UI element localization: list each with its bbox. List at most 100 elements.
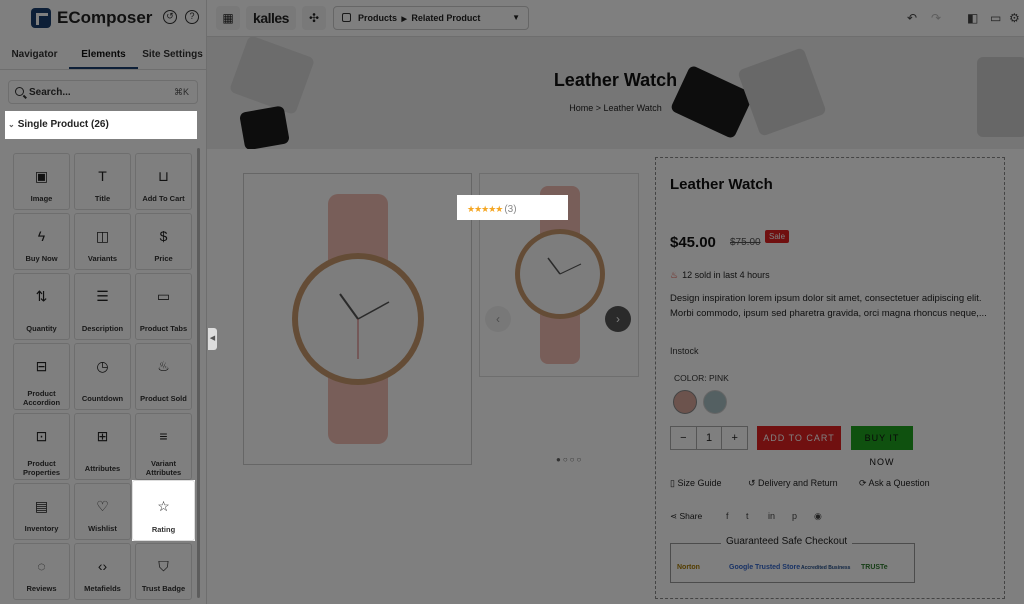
product-rating[interactable]: ★★★★★ (3): [457, 195, 568, 220]
attributes-icon: ⊞: [96, 428, 109, 444]
heart-icon: ♡: [96, 498, 109, 514]
grid-icon[interactable]: ▦: [216, 6, 240, 30]
norton-badge: Norton: [677, 564, 700, 571]
swatch-pink[interactable]: [673, 390, 697, 414]
theme-name: kalles: [253, 10, 289, 26]
element-add-to-cart[interactable]: ⊔ Add To Cart: [135, 153, 192, 210]
product-price: $45.00: [670, 234, 716, 251]
gallery-dots[interactable]: ●○○○: [556, 455, 583, 464]
help-icon[interactable]: ?: [185, 10, 199, 24]
delivery-link[interactable]: ↺ Delivery and Return: [748, 478, 838, 489]
facebook-icon[interactable]: f: [726, 511, 729, 521]
search-icon: [15, 87, 24, 96]
gallery-next-button[interactable]: ›: [605, 306, 631, 332]
fire-icon: ♨: [670, 270, 679, 280]
product-info-section[interactable]: Leather Watch $45.00 $75.00 Sale ♨ 12 sol…: [655, 157, 1005, 599]
code-icon: ‹›: [97, 558, 108, 574]
element-variant-attributes[interactable]: ≡ Variant Attributes: [135, 413, 192, 480]
element-product-properties[interactable]: ⊡ Product Properties: [13, 413, 70, 480]
ecomposer-logo-icon: [31, 8, 51, 28]
element-wishlist[interactable]: ♡ Wishlist: [74, 483, 131, 540]
element-metafields[interactable]: ‹› Metafields: [74, 543, 131, 600]
page-name: Related Product: [411, 13, 481, 23]
element-title[interactable]: T Title: [74, 153, 131, 210]
element-variants[interactable]: ◫ Variants: [74, 213, 131, 270]
theme-button[interactable]: kalles: [246, 6, 296, 30]
compare-price: $75.00: [730, 237, 761, 248]
sale-badge: Sale: [765, 230, 790, 243]
page-canvas: Leather Watch Home > Leather Watch ‹ › ●…: [207, 37, 1024, 604]
document-icon: ☰: [96, 288, 109, 304]
fire-icon: ♨: [157, 358, 170, 374]
element-countdown[interactable]: ◷ Countdown: [74, 343, 131, 410]
element-buy-now[interactable]: ϟ Buy Now: [13, 213, 70, 270]
history-icon[interactable]: ↺: [163, 10, 177, 24]
qty-plus-button[interactable]: +: [721, 427, 747, 449]
tag-icon: [342, 13, 351, 22]
truste-badge: TRUSTe: [861, 564, 888, 571]
product-sold: ♨ 12 sold in last 4 hours: [670, 270, 770, 280]
trust-badge: Guaranteed Safe Checkout Norton Google T…: [670, 536, 915, 583]
hero-title: Leather Watch: [553, 70, 678, 90]
reddit-icon[interactable]: ◉: [814, 511, 822, 522]
swatch-teal[interactable]: [703, 390, 727, 414]
product-main-image[interactable]: [243, 173, 472, 465]
element-trust-badge[interactable]: ⛉ Trust Badge: [135, 543, 192, 600]
desktop-icon[interactable]: ▭: [990, 11, 1001, 25]
qty-input[interactable]: 1: [697, 427, 722, 449]
redo-icon[interactable]: ↷: [931, 11, 941, 25]
page-type: Products: [358, 13, 398, 23]
page-select-dropdown[interactable]: Products ▶ Related Product ▼: [333, 6, 529, 30]
element-price[interactable]: $ Price: [135, 213, 192, 270]
add-to-cart-button[interactable]: ADD TO CART: [757, 426, 841, 450]
ask-question-link[interactable]: ⟳ Ask a Question: [859, 478, 930, 489]
tab-navigator[interactable]: Navigator: [0, 40, 69, 69]
breadcrumb-separator: >: [595, 103, 602, 113]
twitter-icon[interactable]: t: [746, 511, 749, 521]
buy-now-button[interactable]: BUY IT NOW: [851, 426, 913, 467]
share-label: ⋖ Share: [670, 511, 703, 521]
watch-image: [292, 194, 424, 444]
element-reviews[interactable]: ◌ Reviews: [13, 543, 70, 600]
tab-elements[interactable]: Elements: [69, 40, 138, 69]
element-product-accordion[interactable]: ⊟ Product Accordion: [13, 343, 70, 410]
text-icon: T: [98, 168, 107, 184]
element-attributes[interactable]: ⊞ Attributes: [74, 413, 131, 480]
gallery-prev-button[interactable]: ‹: [485, 306, 511, 332]
breadcrumb-separator-icon: ▶: [399, 16, 409, 23]
hero-shoes-image: [737, 47, 827, 137]
properties-icon: ⊡: [35, 428, 48, 444]
undo-icon[interactable]: ↶: [907, 11, 917, 25]
archive-icon: ▤: [34, 498, 49, 514]
element-product-tabs[interactable]: ▭ Product Tabs: [135, 273, 192, 340]
element-product-sold[interactable]: ♨ Product Sold: [135, 343, 192, 410]
element-inventory[interactable]: ▤ Inventory: [13, 483, 70, 540]
bbb-badge: Accredited Business: [801, 565, 851, 571]
element-rating[interactable]: ☆ Rating: [132, 480, 195, 541]
settings-icon[interactable]: ⚙: [1009, 11, 1020, 25]
collapse-sidebar-button[interactable]: ◀: [208, 328, 217, 350]
sidebar-scrollbar[interactable]: [197, 148, 200, 598]
breadcrumb-home[interactable]: Home: [569, 103, 593, 113]
brand-name: EComposer: [57, 8, 153, 27]
element-image[interactable]: ▣ Image: [13, 153, 70, 210]
google-trusted-badge: Google Trusted Store: [729, 564, 801, 571]
layout-icon[interactable]: ◧: [967, 11, 978, 25]
size-guide-link[interactable]: ▯ Size Guide: [670, 478, 721, 489]
pinterest-icon[interactable]: p: [792, 511, 797, 521]
element-quantity[interactable]: ⇅ Quantity: [13, 273, 70, 340]
qty-minus-button[interactable]: −: [671, 427, 697, 449]
image-icon: ▣: [34, 168, 49, 184]
question-icon: ⟳: [859, 478, 869, 488]
plugin-icon[interactable]: ✣: [302, 6, 326, 30]
ecomposer-editor: EComposer ↺ ? Navigator Elements Site Se…: [0, 0, 1024, 604]
accordion-icon: ⊟: [35, 358, 48, 374]
element-description[interactable]: ☰ Description: [74, 273, 131, 340]
search-input[interactable]: Search... ⌘K: [8, 80, 198, 104]
linkedin-icon[interactable]: in: [768, 511, 775, 521]
group-single-product[interactable]: ⌄ Single Product (26): [5, 111, 197, 139]
review-count: (3): [504, 204, 517, 215]
timer-icon: ◷: [96, 358, 109, 374]
breadcrumb: Home > Leather Watch: [207, 103, 1024, 113]
tab-site-settings[interactable]: Site Settings: [138, 40, 207, 69]
